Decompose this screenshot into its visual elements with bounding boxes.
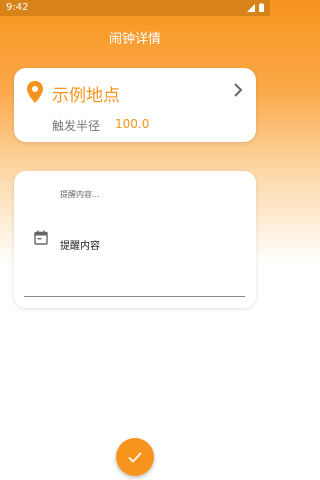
signal-icon <box>247 3 255 12</box>
input-underline <box>24 296 245 297</box>
content-card: 提醒内容... <box>14 171 256 308</box>
location-card[interactable]: 示例地点 触发半径 100.0 <box>14 68 256 142</box>
calendar-icon <box>34 230 48 245</box>
reminder-content-input[interactable] <box>60 236 240 252</box>
page-title: 闹钟详情 <box>108 32 161 47</box>
location-pin-icon <box>27 81 43 103</box>
reminder-hint: 提醒内容... <box>60 190 100 199</box>
confirm-button[interactable] <box>116 438 154 476</box>
status-time: 9:42 <box>6 2 29 13</box>
radius-label: 触发半径 <box>52 119 101 133</box>
check-icon <box>128 452 142 463</box>
status-icons <box>247 3 264 12</box>
battery-icon <box>259 3 264 12</box>
location-name: 示例地点 <box>52 86 120 106</box>
radius-value: 100.0 <box>115 117 150 131</box>
status-bar: 9:42 <box>0 0 270 16</box>
chevron-right-icon[interactable] <box>232 83 244 97</box>
